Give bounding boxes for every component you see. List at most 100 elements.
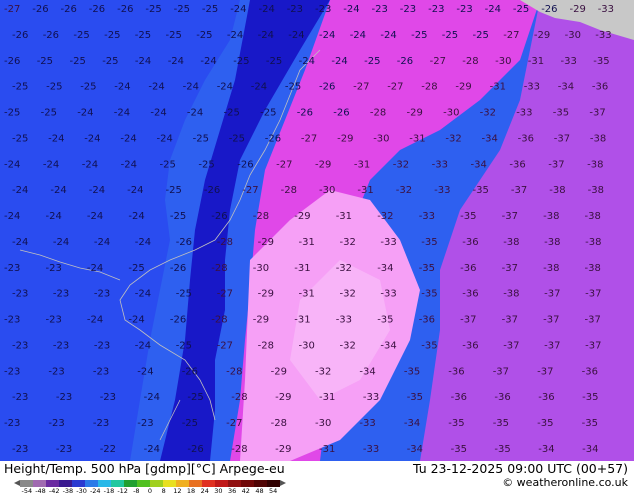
contour-label: -33 [434, 185, 450, 196]
legend-swatch [111, 480, 124, 487]
contour-label: -35 [421, 237, 437, 248]
legend-swatch [267, 480, 280, 487]
contour-label: -32 [340, 237, 356, 248]
contour-label: -24 [114, 82, 130, 93]
contour-label: -26 [211, 211, 227, 222]
contour-label: -37 [502, 211, 518, 222]
contour-label: -23 [94, 289, 110, 300]
contour-label: -30 [495, 56, 511, 67]
contour-label: -26 [237, 159, 253, 170]
legend-tick-label: -18 [103, 487, 115, 495]
contour-label: -36 [509, 159, 525, 170]
contour-label: -30 [443, 108, 459, 119]
legend-tick-label: 42 [241, 487, 250, 495]
legend-swatch [20, 480, 33, 487]
contour-label: -25 [70, 56, 86, 67]
contour-label: -25 [187, 392, 203, 403]
legend-swatch [124, 480, 137, 487]
contour-label: -29 [253, 315, 269, 326]
contour-label: -37 [554, 133, 570, 144]
contour-label: -23 [4, 315, 20, 326]
contour-label: -34 [404, 418, 420, 429]
contour-label: -38 [585, 263, 601, 274]
contour-label: -37 [503, 341, 519, 352]
contour-label: -28 [253, 211, 269, 222]
contour-label: -25 [176, 289, 192, 300]
contour-label: -38 [544, 237, 560, 248]
contour-label: -24 [121, 159, 137, 170]
contour-label: -24 [200, 56, 216, 67]
contour-label: -35 [493, 418, 509, 429]
contour-label: -25 [104, 30, 120, 41]
contour-label: -24 [259, 4, 275, 15]
contour-label: -35 [404, 366, 420, 377]
contour-label: -35 [407, 392, 423, 403]
contour-label: -24 [258, 30, 274, 41]
contour-label: -27 [217, 341, 233, 352]
contour-label: -24 [114, 108, 130, 119]
contour-label: -31 [294, 315, 310, 326]
contour-label: -25 [80, 82, 96, 93]
contour-label: -23 [287, 4, 303, 15]
legend-tick-label: 12 [173, 487, 182, 495]
contour-label: -28 [421, 82, 437, 93]
valid-time: Tu 23-12-2025 09:00 UTC (00+57) [412, 461, 628, 476]
contour-label: -25 [4, 108, 20, 119]
contour-label: -33 [432, 159, 448, 170]
map-title: Height/Temp. 500 hPa [gdmp][°C] Arpege-e… [4, 461, 285, 476]
contour-label: -24 [82, 159, 98, 170]
contour-label: -24 [53, 237, 69, 248]
legend-swatch [189, 480, 202, 487]
contour-label: -35 [553, 108, 569, 119]
contour-label: -35 [421, 289, 437, 300]
contour-label: -24 [128, 315, 144, 326]
contour-label: -34 [380, 341, 396, 352]
contour-label: -34 [407, 444, 423, 455]
contour-label: -23 [12, 289, 28, 300]
contour-label: -33 [524, 82, 540, 93]
legend-swatch [33, 480, 46, 487]
contour-label: -25 [196, 30, 212, 41]
legend-tick-label: -8 [133, 487, 140, 495]
contour-label: -38 [503, 289, 519, 300]
contour-label: -36 [419, 315, 435, 326]
contour-label: -34 [582, 444, 598, 455]
contour-label: -26 [12, 30, 28, 41]
contour-label: -26 [187, 444, 203, 455]
contour-label: -30 [319, 185, 335, 196]
contour-label: -35 [537, 418, 553, 429]
contour-label: -24 [50, 185, 66, 196]
contour-label: -25 [166, 185, 182, 196]
contour-label: -32 [377, 211, 393, 222]
contour-label: -28 [211, 263, 227, 274]
contour-label: -26 [43, 30, 59, 41]
legend-tick-label: 30 [214, 487, 223, 495]
contour-label: -36 [462, 341, 478, 352]
temperature-field: -27 -26 -26 -26 -26 -25 -25 -25 -24 -24 -23 -23 -24 -… [0, 0, 634, 461]
contour-label: -33 [419, 211, 435, 222]
contour-label: -26 [397, 56, 413, 67]
contour-label: -28 [226, 366, 242, 377]
contour-label: -24 [135, 56, 151, 67]
contour-label: -24 [48, 133, 64, 144]
contour-label: -33 [595, 30, 611, 41]
contour-label: -23 [53, 341, 69, 352]
contour-label: -38 [549, 185, 565, 196]
contour-label: -23 [46, 263, 62, 274]
contour-label: -24 [89, 185, 105, 196]
contour-label: -35 [377, 315, 393, 326]
contour-label: -25 [198, 159, 214, 170]
contour-label: -34 [558, 82, 574, 93]
contour-label: -38 [585, 211, 601, 222]
contour-label: -32 [336, 263, 352, 274]
contour-label: -24 [144, 444, 160, 455]
contour-label: -38 [543, 211, 559, 222]
contour-label: -25 [41, 108, 57, 119]
contour-label: -37 [537, 366, 553, 377]
legend-bar [20, 480, 280, 487]
contour-label: -24 [43, 159, 59, 170]
contour-label: -24 [251, 82, 267, 93]
contour-label: -25 [266, 56, 282, 67]
contour-label: -24 [87, 263, 103, 274]
contour-label: -28 [462, 56, 478, 67]
